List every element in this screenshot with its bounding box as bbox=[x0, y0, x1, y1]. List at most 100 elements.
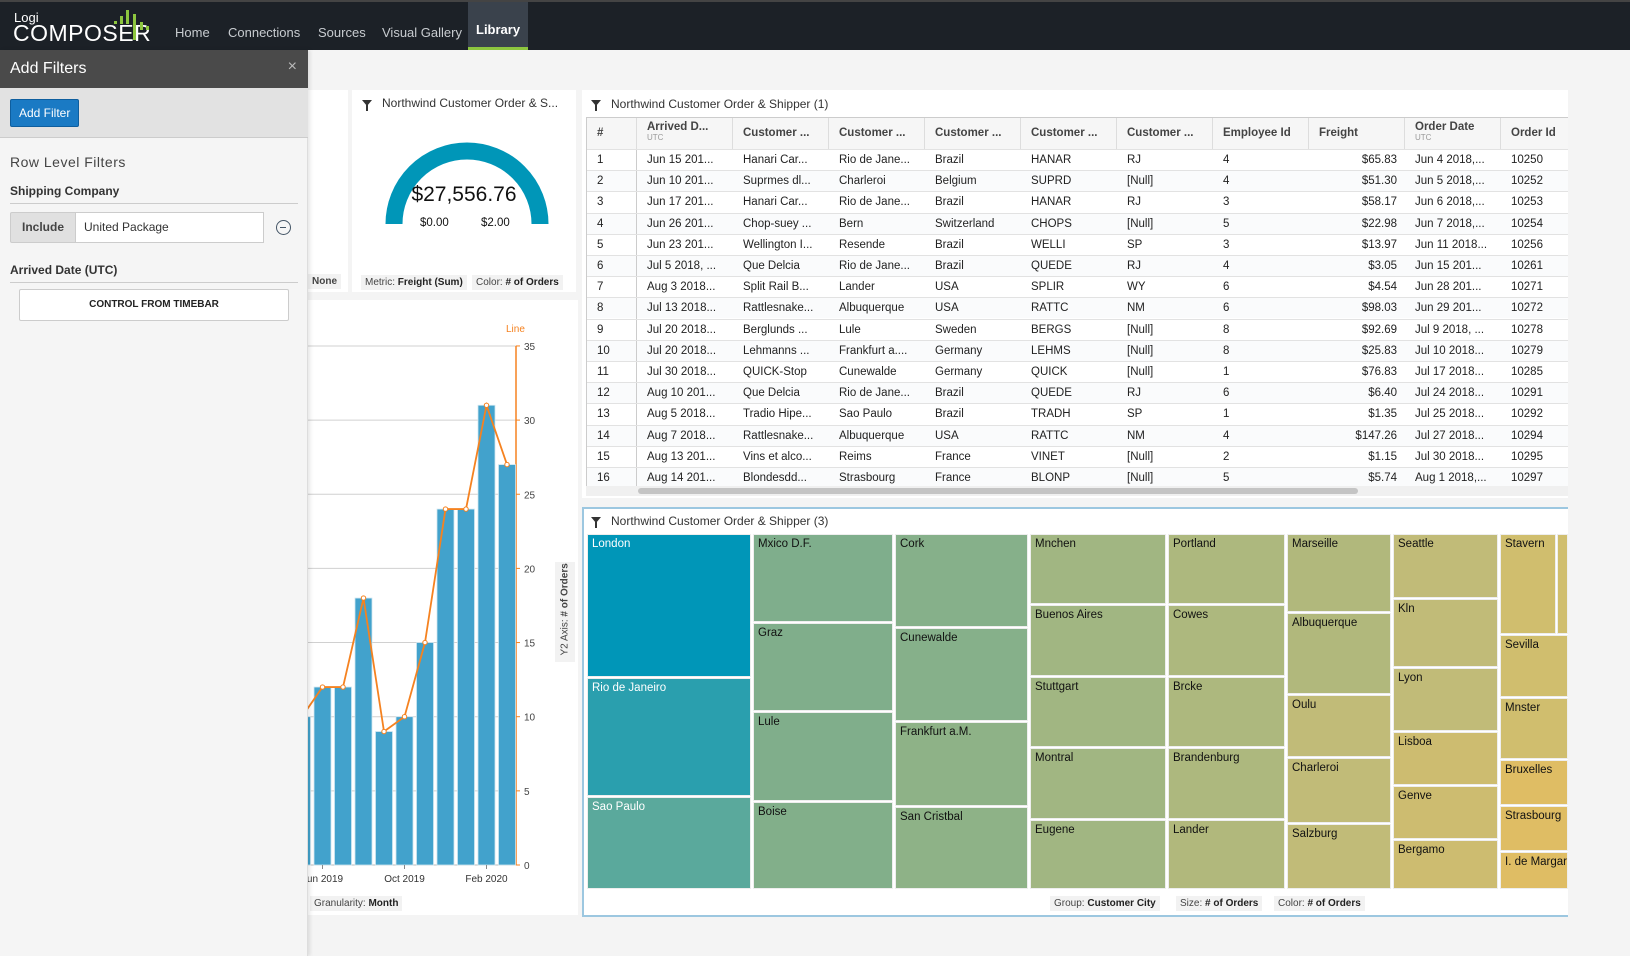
table-cell: BERGS bbox=[1031, 323, 1072, 336]
treemap-cell[interactable]: Boise bbox=[753, 802, 893, 889]
horizontal-scrollbar[interactable] bbox=[586, 486, 1568, 496]
treemap-cell[interactable]: Eugene bbox=[1030, 820, 1166, 889]
table-cell: Berglunds ... bbox=[743, 323, 808, 336]
treemap-cell[interactable]: Sevilla bbox=[1500, 635, 1568, 697]
treemap-cell[interactable]: Lisboa bbox=[1393, 732, 1498, 785]
control-from-timebar-button[interactable]: CONTROL FROM TIMEBAR bbox=[19, 289, 289, 321]
column-header[interactable]: Arrived D... UTC bbox=[637, 118, 733, 149]
treemap-cell[interactable] bbox=[1557, 534, 1568, 634]
table-row[interactable]: 2 Jun 10 201... Suprmes dl... Charleroi Belg… bbox=[587, 170, 1568, 193]
treemap-cell[interactable]: Kln bbox=[1393, 599, 1498, 667]
nav-visual-gallery[interactable]: Visual Gallery bbox=[374, 2, 470, 50]
granularity-pill[interactable]: Granularity: Month bbox=[310, 896, 403, 911]
table-row[interactable]: 16 Aug 14 201... Blondesdd... Strasbourg Fra… bbox=[587, 467, 1568, 489]
scrollbar-thumb[interactable] bbox=[638, 488, 1358, 494]
treemap-cell[interactable]: Stavern bbox=[1500, 534, 1556, 634]
treemap-cell[interactable]: Frankfurt a.M. bbox=[895, 722, 1028, 806]
table-row[interactable]: 5 Jun 23 201... Wellington I... Resende Braz… bbox=[587, 233, 1568, 256]
treemap-cell[interactable]: Brandenburg bbox=[1168, 748, 1285, 819]
nav-home[interactable]: Home bbox=[167, 2, 218, 50]
shipping-company-value[interactable]: United Package bbox=[75, 212, 264, 243]
nav-connections[interactable]: Connections bbox=[220, 2, 308, 50]
treemap-footer-color[interactable]: Color: # of Orders bbox=[1274, 896, 1365, 911]
treemap-cell[interactable]: Salzburg bbox=[1287, 824, 1391, 889]
table-row[interactable]: 9 Jul 20 2018... Berglunds ... Lule Sweden BE… bbox=[587, 318, 1568, 341]
column-header[interactable]: Order Date UTC bbox=[1405, 118, 1501, 149]
filter-icon[interactable] bbox=[591, 517, 601, 528]
filter-icon[interactable] bbox=[591, 100, 601, 111]
filter-icon[interactable] bbox=[362, 100, 372, 111]
add-filter-button[interactable]: Add Filter bbox=[10, 99, 80, 127]
treemap-cell[interactable]: Brcke bbox=[1168, 677, 1285, 747]
treemap-footer-size[interactable]: Size: # of Orders bbox=[1176, 896, 1263, 911]
table-row[interactable]: 14 Aug 7 2018... Rattlesnake... Albuquerque… bbox=[587, 424, 1568, 447]
treemap-cell[interactable]: Stuttgart bbox=[1030, 677, 1166, 747]
treemap-cell[interactable]: Sao Paulo bbox=[587, 797, 751, 889]
table-cell: Aug 10 201... bbox=[647, 387, 716, 400]
table-row[interactable]: 13 Aug 5 2018... Tradio Hipe... Sao Paulo Br… bbox=[587, 403, 1568, 426]
column-header[interactable]: Employee Id bbox=[1213, 118, 1309, 149]
column-header[interactable]: Customer ... bbox=[925, 118, 1021, 149]
table-row[interactable]: 7 Aug 3 2018... Split Rail B... Lander USA SP… bbox=[587, 276, 1568, 299]
x-tick-label: Jun 2019 bbox=[308, 874, 344, 885]
include-toggle[interactable]: Include bbox=[10, 212, 76, 243]
treemap-cell[interactable]: Charleroi bbox=[1287, 758, 1391, 823]
treemap-cell[interactable]: Buenos Aires bbox=[1030, 605, 1166, 676]
treemap-cell[interactable]: Seattle bbox=[1393, 534, 1498, 598]
table-row[interactable]: 15 Aug 13 201... Vins et alco... Reims Franc… bbox=[587, 445, 1568, 468]
treemap-cell[interactable]: Cork bbox=[895, 534, 1028, 627]
table-row[interactable]: 6 Jul 5 2018, ... Que Delcia Rio de Jane...… bbox=[587, 255, 1568, 277]
treemap-cell[interactable]: Genve bbox=[1393, 786, 1498, 839]
treemap-cell[interactable]: London bbox=[587, 534, 751, 677]
table-row[interactable]: 1 Jun 15 201... Hanari Car... Rio de Jane..… bbox=[587, 149, 1568, 171]
treemap-cell[interactable]: Cunewalde bbox=[895, 628, 1028, 721]
treemap-cell[interactable]: Cowes bbox=[1168, 605, 1285, 676]
treemap-cell[interactable]: Mxico D.F. bbox=[753, 534, 893, 622]
column-header[interactable]: Customer ... bbox=[829, 118, 925, 149]
gauge-footer-metric[interactable]: Metric: Freight (Sum) bbox=[361, 275, 467, 290]
remove-filter-icon[interactable] bbox=[276, 220, 291, 235]
table-cell: RATTC bbox=[1031, 429, 1069, 442]
gauge-footer-color[interactable]: Color: # of Orders bbox=[472, 275, 563, 290]
treemap-cell[interactable]: I. de Margar bbox=[1500, 852, 1568, 889]
y2-axis-pill[interactable]: Y2 Axis: # of Orders bbox=[555, 562, 575, 662]
treemap-cell[interactable]: San Cristbal bbox=[895, 807, 1028, 889]
table-cell: RJ bbox=[1127, 260, 1142, 272]
table-cell: Jun 26 201... bbox=[647, 217, 714, 230]
treemap-cell[interactable]: Rio de Janeiro bbox=[587, 678, 751, 796]
treemap-cell[interactable]: Bergamo bbox=[1393, 840, 1498, 889]
table-row[interactable]: 4 Jun 26 201... Chop-suey ... Bern Switzerla… bbox=[587, 212, 1568, 235]
treemap-cell[interactable]: Mnchen bbox=[1030, 534, 1166, 604]
treemap-footer-group[interactable]: Group: Customer City bbox=[1050, 896, 1160, 911]
treemap-cell[interactable]: Montral bbox=[1030, 748, 1166, 819]
treemap-cell[interactable]: Mnster bbox=[1500, 698, 1568, 759]
close-icon[interactable]: × bbox=[288, 58, 297, 76]
treemap-cell[interactable]: Graz bbox=[753, 623, 893, 711]
nav-library[interactable]: Library bbox=[468, 2, 528, 50]
treemap-cell[interactable]: Albuquerque bbox=[1287, 613, 1391, 694]
table-cell: $22.98 bbox=[1361, 217, 1397, 230]
treemap-cell[interactable]: Lule bbox=[753, 712, 893, 801]
table-cell: 2 bbox=[1223, 450, 1230, 463]
table-row[interactable]: 10 Jul 20 2018... Lehmanns ... Frankfurt a.… bbox=[587, 339, 1568, 362]
column-header[interactable]: Order Id bbox=[1501, 118, 1568, 149]
treemap-cell[interactable]: Portland bbox=[1168, 534, 1285, 604]
table-row[interactable]: 12 Aug 10 201... Que Delcia Rio de Jane... B… bbox=[587, 382, 1568, 405]
table-cell: [Null] bbox=[1127, 344, 1154, 357]
nav-sources[interactable]: Sources bbox=[310, 2, 374, 50]
column-header[interactable]: Customer ... bbox=[1021, 118, 1117, 149]
column-header[interactable]: # bbox=[587, 118, 637, 149]
table-row[interactable]: 3 Jun 17 201... Hanari Car... Rio de Jane..… bbox=[587, 191, 1568, 214]
treemap-cell[interactable]: Oulu bbox=[1287, 695, 1391, 757]
treemap-cell[interactable]: Lander bbox=[1168, 820, 1285, 889]
treemap-cell[interactable]: Marseille bbox=[1287, 534, 1391, 612]
table-cell: Brazil bbox=[935, 260, 964, 272]
column-header[interactable]: Freight bbox=[1309, 118, 1405, 149]
table-row[interactable]: 8 Jul 13 2018... Rattlesnake... Albuquerque… bbox=[587, 297, 1568, 320]
treemap-cell[interactable]: Strasbourg bbox=[1500, 806, 1568, 851]
treemap-cell[interactable]: Bruxelles bbox=[1500, 760, 1568, 805]
column-header[interactable]: Customer ... bbox=[733, 118, 829, 149]
table-row[interactable]: 11 Jul 30 2018... QUICK-Stop Cunewalde Germa… bbox=[587, 361, 1568, 383]
treemap-cell[interactable]: Lyon bbox=[1393, 668, 1498, 731]
column-header[interactable]: Customer ... bbox=[1117, 118, 1213, 149]
